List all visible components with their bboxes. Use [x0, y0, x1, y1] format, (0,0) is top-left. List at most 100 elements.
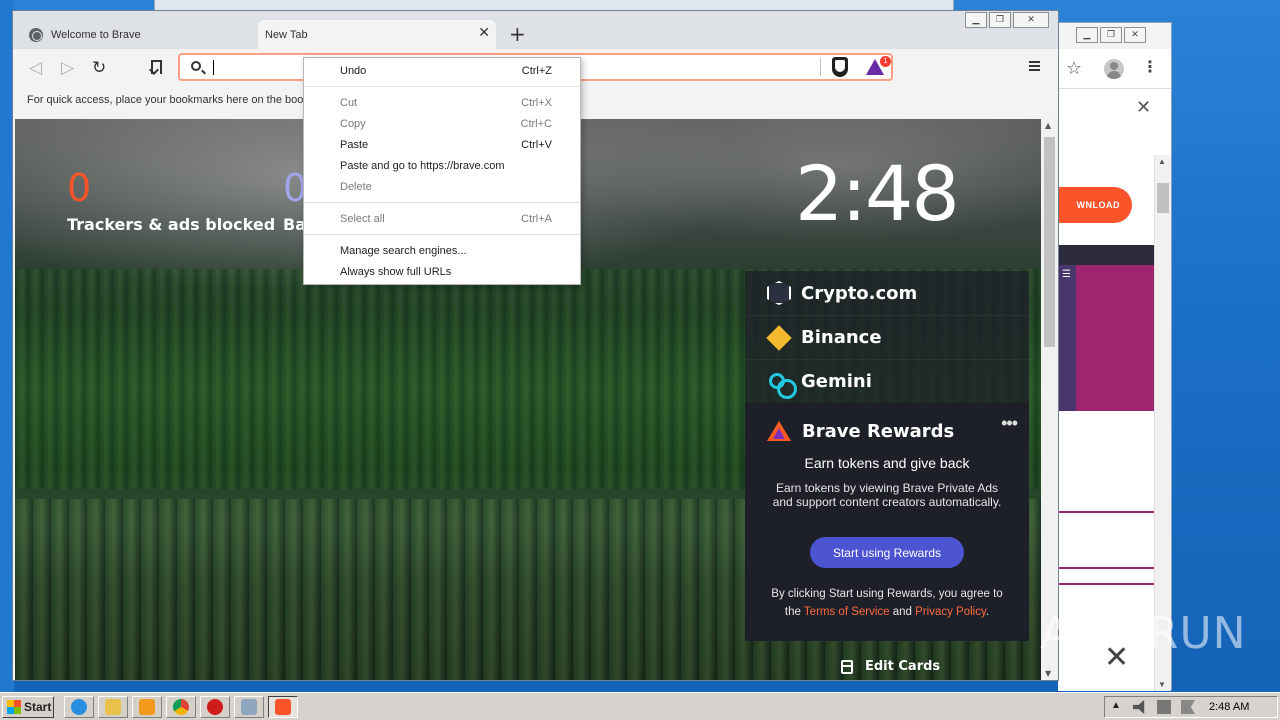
opera-taskbar-icon[interactable]: [200, 696, 230, 718]
menu-item-cut[interactable]: Cut Ctrl+X: [304, 92, 580, 113]
clock: 2:48: [795, 149, 960, 238]
close-button[interactable]: ✕: [1013, 12, 1049, 28]
menu-item-select-all[interactable]: Select all Ctrl+A: [304, 208, 580, 229]
terms-and: and: [892, 606, 912, 618]
maximize-button[interactable]: ❐: [1100, 27, 1122, 43]
close-button[interactable]: ✕: [1124, 27, 1146, 43]
scrollbar-thumb[interactable]: [1157, 183, 1169, 213]
gemini-logo-icon: [769, 373, 797, 399]
minimize-button[interactable]: ▁: [965, 12, 987, 28]
close-x-icon[interactable]: ✕: [1104, 640, 1129, 675]
menu-item-manage-search-engines[interactable]: Manage search engines...: [304, 240, 580, 261]
internet-explorer-taskbar-icon[interactable]: [64, 696, 94, 718]
start-using-rewards-button[interactable]: Start using Rewards: [810, 537, 964, 568]
brave-shields-icon[interactable]: [832, 57, 848, 77]
search-icon: [191, 61, 201, 71]
rewards-heading: Earn tokens and give back: [804, 455, 970, 471]
scroll-up-arrow-icon[interactable]: ▲: [1045, 121, 1051, 130]
more-menu-icon[interactable]: ⋮: [1142, 57, 1158, 77]
menu-item-shortcut: Ctrl+A: [521, 212, 552, 225]
network-icon[interactable]: [1157, 700, 1171, 714]
chrome-icon: [173, 699, 189, 715]
tab-close-icon[interactable]: ✕: [478, 25, 490, 41]
action-center-flag-icon[interactable]: [1181, 700, 1195, 714]
terms-of-service-link[interactable]: Terms of Service: [804, 606, 890, 618]
tab-label: Welcome to Brave: [51, 28, 141, 41]
scroll-up-arrow-icon[interactable]: ▲: [1158, 157, 1166, 166]
minimize-button[interactable]: ▁: [1076, 27, 1098, 43]
menu-separator: [304, 202, 580, 203]
settings-taskbar-icon[interactable]: [234, 696, 264, 718]
stat-trackers-blocked: 0 Trackers & ads blocked: [67, 167, 275, 234]
brave-lion-icon: [275, 699, 291, 715]
menu-item-shortcut: Ctrl+Z: [521, 64, 552, 77]
menu-item-label: Paste: [340, 138, 369, 151]
menu-item-label: Delete: [340, 180, 372, 193]
terms-suffix: .: [985, 606, 990, 618]
menu-item-paste-and-go[interactable]: Paste and go to https://brave.com: [304, 155, 580, 176]
volume-icon[interactable]: [1133, 700, 1145, 714]
page-scrollbar[interactable]: ▲ ▼: [1041, 119, 1058, 680]
background-hero-image: ☰: [1058, 265, 1154, 411]
chrome-taskbar-icon[interactable]: [166, 696, 196, 718]
binance-logo-icon: [766, 325, 792, 351]
scroll-down-arrow-icon[interactable]: ▼: [1045, 669, 1051, 678]
bookmark-icon[interactable]: [151, 60, 162, 74]
menu-item-label: Undo: [340, 64, 367, 77]
menu-item-label: Paste and go to https://brave.com: [340, 159, 505, 172]
media-player-taskbar-icon[interactable]: [132, 696, 162, 718]
widget-gemini[interactable]: Gemini: [745, 359, 1029, 403]
rewards-notification-badge: 1: [880, 56, 891, 67]
background-infobar: ✕: [1058, 89, 1171, 129]
tab-label: New Tab: [265, 28, 308, 41]
reload-icon[interactable]: ↻: [92, 58, 106, 78]
scroll-down-arrow-icon[interactable]: ▼: [1158, 680, 1166, 689]
back-arrow-icon[interactable]: ◁: [29, 58, 42, 78]
background-hero-sidebar: ☰: [1058, 265, 1076, 411]
forward-arrow-icon[interactable]: ▷: [61, 58, 74, 78]
opera-icon: [207, 699, 223, 715]
menu-item-paste[interactable]: Paste Ctrl+V: [304, 134, 580, 155]
edit-cards-button[interactable]: Edit Cards: [841, 659, 940, 674]
menu-item-undo[interactable]: Undo Ctrl+Z: [304, 60, 580, 81]
divider-line: [1058, 511, 1154, 513]
tab-new-tab[interactable]: New Tab ✕: [258, 20, 496, 49]
system-tray: ▲ 2:48 AM: [1104, 696, 1278, 718]
widget-binance[interactable]: Binance: [745, 315, 1029, 359]
menu-item-shortcut: Ctrl+X: [521, 96, 552, 109]
widget-title: Crypto.com: [801, 282, 918, 304]
background-toolbar: ☆ ⋮: [1058, 49, 1171, 89]
privacy-policy-link[interactable]: Privacy Policy: [915, 606, 986, 618]
main-menu-icon[interactable]: [1029, 61, 1040, 71]
tab-welcome-to-brave[interactable]: Welcome to Brave: [21, 20, 257, 49]
menu-item-copy[interactable]: Copy Ctrl+C: [304, 113, 580, 134]
menu-item-label: Copy: [340, 117, 366, 130]
windows-taskbar: Start ▲ 2:48 AM: [0, 692, 1280, 720]
background-browser-window[interactable]: ▁ ❐ ✕ ☆ ⋮ ✕ WNLOAD ☰ ▲ ▼: [1058, 22, 1172, 691]
text-caret: [213, 60, 214, 75]
file-explorer-taskbar-icon[interactable]: [98, 696, 128, 718]
show-hidden-icons-chevron-icon[interactable]: ▲: [1111, 700, 1125, 714]
widget-crypto-com[interactable]: Crypto.com: [745, 271, 1029, 315]
new-tab-plus-icon[interactable]: +: [509, 22, 526, 46]
more-options-icon[interactable]: •••: [1001, 413, 1018, 434]
rewards-terms-text: By clicking Start using Rewards, you agr…: [763, 585, 1011, 621]
widget-stack: Crypto.com Binance Gemini Brave Rewards …: [745, 271, 1029, 641]
control-panel-icon: [241, 699, 257, 715]
menu-item-label: Select all: [340, 212, 385, 225]
maximize-button[interactable]: ❐: [989, 12, 1011, 28]
star-icon[interactable]: ☆: [1066, 58, 1082, 79]
scrollbar-thumb[interactable]: [1044, 137, 1055, 347]
infobar-close-icon[interactable]: ✕: [1136, 97, 1151, 118]
stat-value: 0: [67, 166, 92, 210]
divider: [820, 58, 821, 76]
taskbar-clock[interactable]: 2:48 AM: [1209, 701, 1249, 713]
start-button[interactable]: Start: [2, 696, 54, 718]
menu-item-always-show-full-urls[interactable]: Always show full URLs: [304, 261, 580, 282]
brave-taskbar-icon[interactable]: [268, 696, 298, 718]
menu-item-delete[interactable]: Delete: [304, 176, 580, 197]
menu-item-label: Always show full URLs: [340, 265, 452, 278]
hamburger-icon[interactable]: ☰: [1062, 269, 1071, 280]
profile-avatar-icon[interactable]: [1104, 59, 1124, 79]
download-button[interactable]: WNLOAD: [1058, 187, 1132, 223]
